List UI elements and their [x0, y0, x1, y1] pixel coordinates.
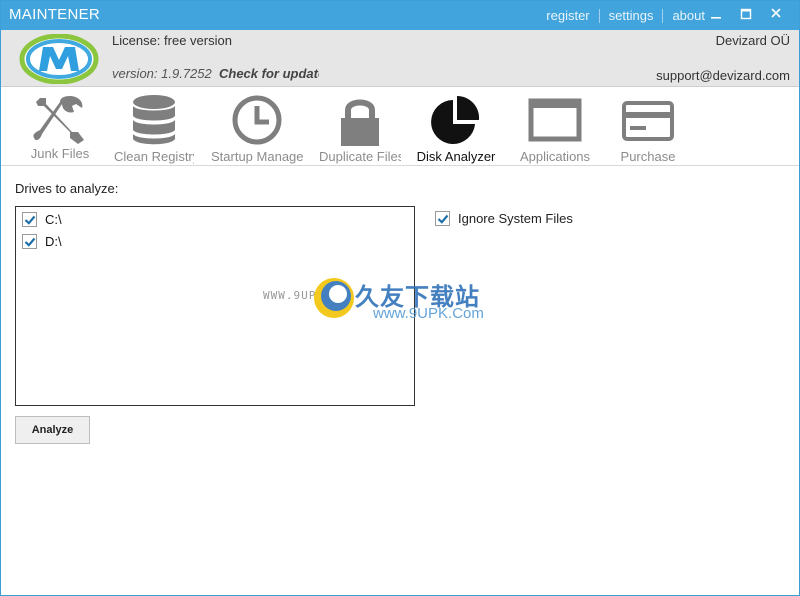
app-title: MAINTENER [9, 6, 101, 23]
tab-applications[interactable]: Applications [513, 88, 597, 166]
tools-icon [33, 96, 84, 144]
ignore-system-files-option[interactable]: Ignore System Files [435, 211, 573, 226]
tab-startup-manager[interactable]: Startup Manager [211, 88, 303, 166]
lock-icon [341, 99, 379, 146]
window-icon [528, 98, 582, 142]
drive-label: D:\ [45, 233, 62, 249]
support-email[interactable]: support@devizard.com [656, 68, 790, 83]
divider [598, 8, 600, 23]
tab-clean-registry[interactable]: Clean Registry [114, 88, 194, 166]
tab-junk-files[interactable]: Junk Files [21, 88, 99, 166]
license-text: License: free version [112, 33, 232, 48]
tab-label: Startup Manager [211, 149, 303, 164]
tab-label: Disk Analyzer [416, 149, 496, 164]
minimize-button[interactable] [705, 4, 727, 26]
about-link[interactable]: about [672, 8, 705, 23]
tab-label: Clean Registry [114, 149, 194, 164]
checkmark-icon [24, 237, 36, 247]
pie-chart-icon [431, 95, 480, 144]
minimize-icon [711, 17, 721, 19]
tab-purchase[interactable]: Purchase [613, 88, 683, 166]
tab-label: Applications [519, 149, 591, 164]
settings-link[interactable]: settings [609, 8, 654, 23]
watermark: WWW.9UPK.COM 久友下载站 www.9UPK.Com [263, 271, 513, 341]
close-icon [771, 8, 781, 18]
drive-checkbox[interactable] [22, 233, 37, 249]
drive-label: C:\ [45, 211, 62, 227]
title-bar[interactable]: MAINTENER register settings about [1, 1, 799, 30]
ignore-system-files-label: Ignore System Files [458, 211, 573, 226]
check-for-updates-link[interactable]: Check for updates [219, 66, 319, 81]
tab-disk-analyzer[interactable]: Disk Analyzer [415, 88, 497, 166]
checkmark-icon [437, 214, 449, 224]
database-icon [133, 95, 175, 145]
header-info: License: free version version: 1.9.7252 … [1, 30, 799, 87]
list-item[interactable]: D:\ [22, 231, 62, 251]
register-link[interactable]: register [546, 8, 589, 23]
tab-label: Purchase [620, 149, 676, 164]
list-item[interactable]: C:\ [22, 209, 62, 229]
tab-label: Junk Files [30, 146, 90, 161]
main-toolbar: Junk Files Clean Registry Startup Manage… [1, 88, 799, 166]
maximize-icon [740, 8, 752, 20]
company-name: Devizard OÜ [715, 33, 790, 48]
tab-label: Duplicate Files [319, 149, 401, 164]
credit-card-icon [622, 101, 674, 141]
tab-duplicate-files[interactable]: Duplicate Files [319, 88, 401, 166]
ignore-system-files-checkbox[interactable] [435, 211, 450, 226]
divider [662, 8, 664, 23]
app-window: MAINTENER register settings about Licens… [0, 0, 800, 596]
drive-checkbox[interactable] [22, 211, 37, 227]
clock-icon [232, 95, 282, 145]
watermark-logo-icon [314, 278, 354, 318]
maintener-logo [19, 34, 99, 84]
analyze-button[interactable]: Analyze [15, 416, 90, 444]
checkmark-icon [24, 215, 36, 225]
maximize-button[interactable] [735, 4, 757, 26]
drives-label: Drives to analyze: [15, 181, 119, 196]
version-text: version: 1.9.7252 [112, 66, 212, 81]
watermark-url: www.9UPK.Com [373, 305, 484, 322]
close-button[interactable] [765, 4, 787, 26]
title-links: register settings about [546, 8, 705, 23]
